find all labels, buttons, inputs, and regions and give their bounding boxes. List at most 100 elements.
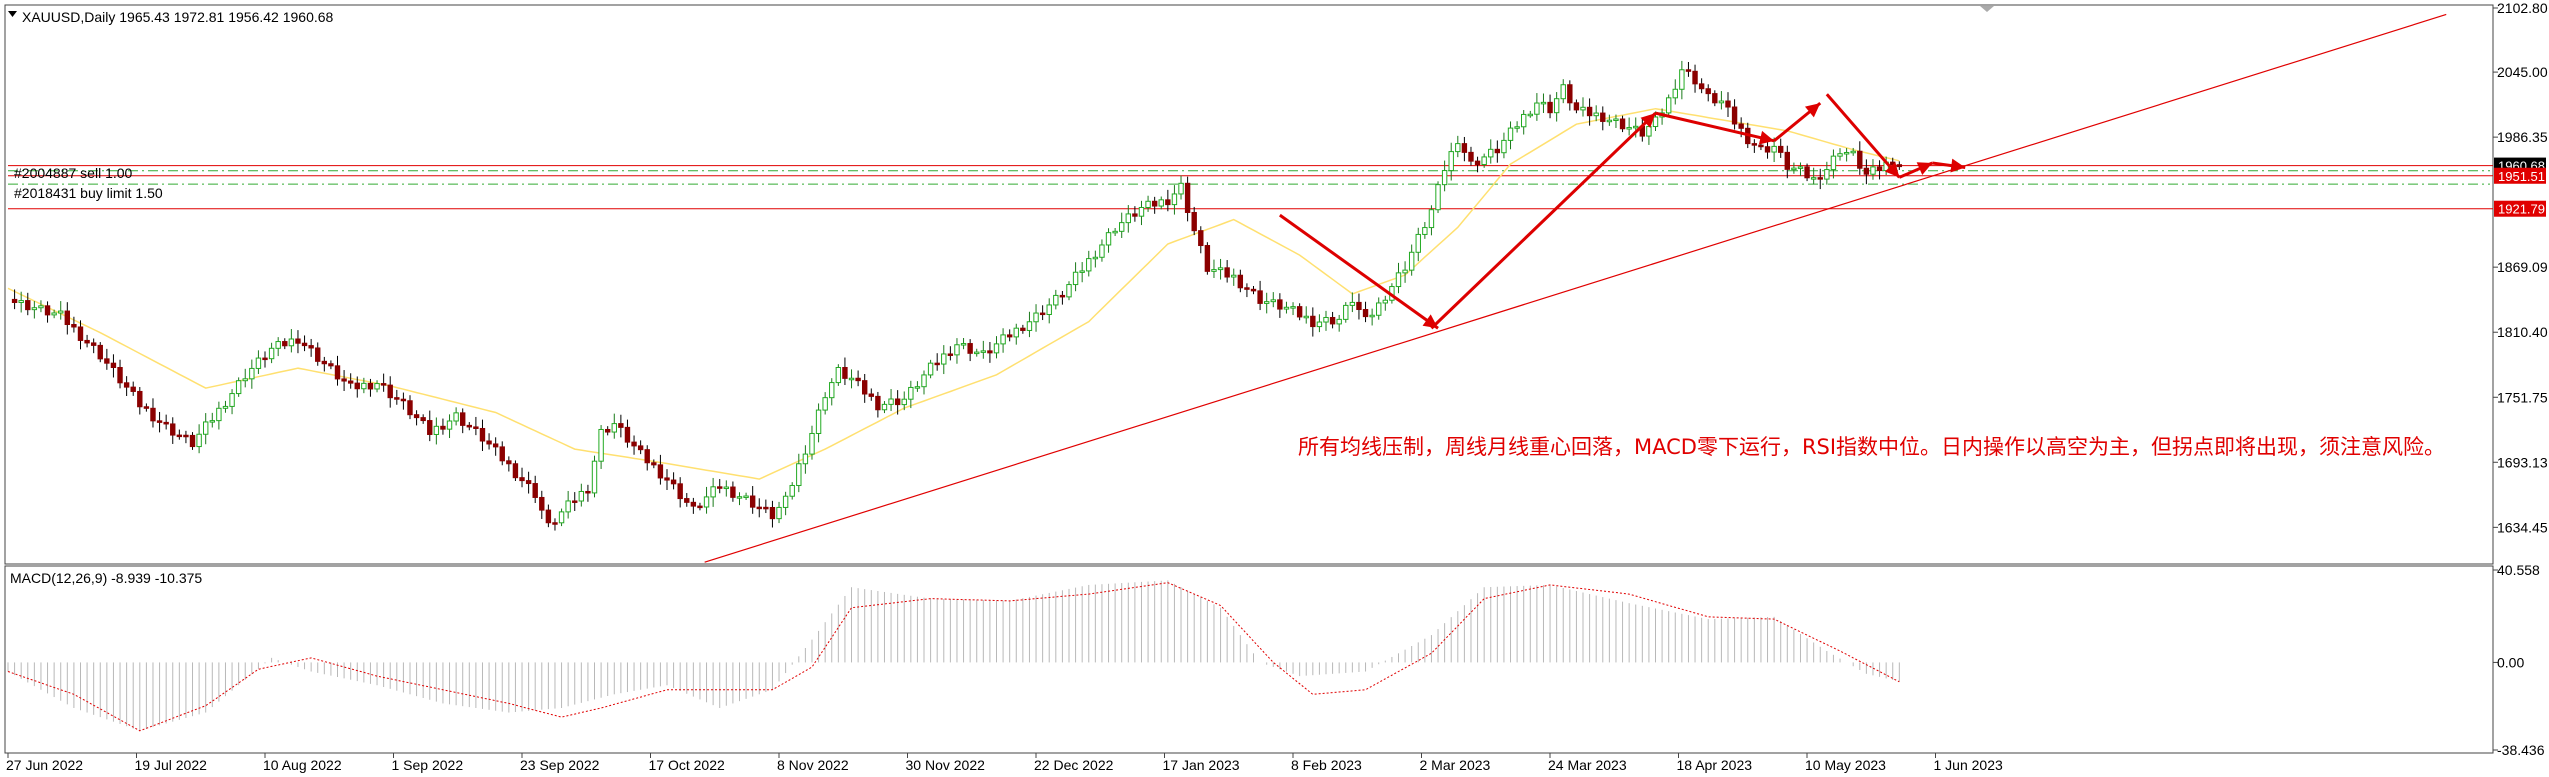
candle-body — [1079, 270, 1085, 273]
candle-body — [1725, 100, 1731, 108]
candle-body — [1560, 84, 1566, 100]
candle-body — [914, 386, 921, 389]
time-tick-label: 17 Oct 2022 — [649, 757, 725, 773]
candle-body — [749, 495, 756, 508]
candle-body — [1296, 306, 1303, 318]
time-tick-label: 1 Jun 2023 — [1934, 757, 2003, 773]
candle-body — [1606, 119, 1613, 123]
candle-body — [960, 343, 967, 346]
candle-body — [855, 377, 861, 382]
candle-body — [492, 443, 499, 448]
candle-body — [341, 378, 347, 382]
candle-body — [1712, 93, 1718, 104]
candle-body — [1685, 69, 1692, 72]
candle-body — [1231, 274, 1237, 278]
candle-body — [1679, 69, 1685, 90]
candle-body — [315, 347, 321, 362]
candle-body — [1527, 113, 1533, 117]
candle-body — [156, 420, 163, 423]
candle-body — [295, 338, 301, 344]
candle-body — [229, 393, 235, 407]
candle-body — [1119, 222, 1125, 232]
candle-body — [394, 397, 400, 400]
candle-body — [407, 400, 413, 416]
candle-body — [308, 345, 314, 349]
candle-body — [558, 511, 565, 524]
candle-body — [1086, 258, 1092, 272]
candle-body — [1593, 112, 1599, 117]
chart-canvas[interactable]: 2102.80 2045.00 1986.35 1869.09 1810.40 1751.… — [0, 0, 2549, 777]
candle-body — [367, 382, 374, 390]
candle-body — [1857, 150, 1863, 169]
candle-body — [572, 500, 578, 503]
candle-body — [1751, 143, 1758, 146]
candle-body — [1151, 200, 1158, 207]
candle-body — [1573, 102, 1580, 111]
candle-body — [420, 417, 426, 422]
candle-body — [848, 377, 855, 381]
candle-body — [1843, 151, 1850, 155]
candle-body — [196, 433, 202, 448]
candle-body — [835, 366, 842, 384]
candle-body — [934, 362, 940, 366]
candle-body — [1362, 309, 1369, 318]
candle-body — [1837, 153, 1843, 157]
candle-body — [591, 460, 598, 494]
candle-body — [380, 383, 387, 386]
candle-body — [1422, 227, 1428, 235]
candle-body — [756, 506, 762, 510]
candle-body — [585, 490, 591, 494]
candle-body — [1277, 299, 1283, 310]
candle-body — [1521, 113, 1527, 128]
candle-body — [1316, 321, 1323, 328]
candle-body — [525, 480, 532, 485]
candle-body — [1349, 301, 1356, 306]
candle-body — [697, 505, 703, 509]
macd-tick-label: 0.00 — [2497, 654, 2524, 670]
candle-body — [1494, 148, 1501, 154]
candle-body — [1402, 269, 1408, 274]
candle-body — [1336, 318, 1342, 325]
candle-body — [1567, 84, 1573, 104]
price-tag-text: 1951.51 — [2498, 169, 2545, 184]
macd-label: MACD(12,26,9) -8.939 -10.375 — [10, 570, 202, 586]
candle-body — [347, 380, 354, 384]
candle-body — [815, 409, 822, 434]
candle-body — [1026, 321, 1033, 331]
candle-body — [1066, 284, 1072, 298]
candle-body — [255, 357, 262, 369]
candle-body — [723, 486, 730, 490]
candle-body — [1672, 88, 1678, 99]
candle-body — [1830, 155, 1837, 171]
candle-body — [1204, 245, 1211, 272]
candle-body — [1817, 177, 1823, 180]
candle-body — [275, 341, 281, 349]
candle-body — [354, 382, 360, 390]
candle-body — [1501, 139, 1507, 154]
candle-body — [433, 425, 440, 435]
time-tick-label: 8 Feb 2023 — [1291, 757, 1362, 773]
candle-body — [690, 501, 697, 507]
candle-body — [1804, 166, 1810, 179]
candle-body — [1455, 143, 1461, 153]
candle-body — [1488, 148, 1494, 158]
candle-body — [361, 382, 367, 390]
candle-body — [222, 405, 229, 409]
candle-body — [1053, 294, 1059, 306]
candle-body — [1771, 145, 1777, 153]
candle-body — [1112, 230, 1118, 234]
candle-body — [1184, 182, 1191, 213]
candle-body — [1797, 166, 1804, 169]
candle-body — [1784, 151, 1790, 170]
candle-body — [710, 486, 716, 498]
time-tick-label: 10 Aug 2022 — [263, 757, 342, 773]
candle-body — [894, 398, 901, 406]
candle-body — [1619, 118, 1626, 130]
candle-body — [1257, 290, 1263, 304]
candle-body — [400, 398, 407, 402]
price-tag-text: 1921.79 — [2498, 202, 2545, 217]
candle-body — [1824, 169, 1830, 180]
price-tick-label: 2102.80 — [2497, 0, 2548, 16]
candle-body — [1810, 177, 1817, 180]
candle-body — [90, 342, 97, 346]
